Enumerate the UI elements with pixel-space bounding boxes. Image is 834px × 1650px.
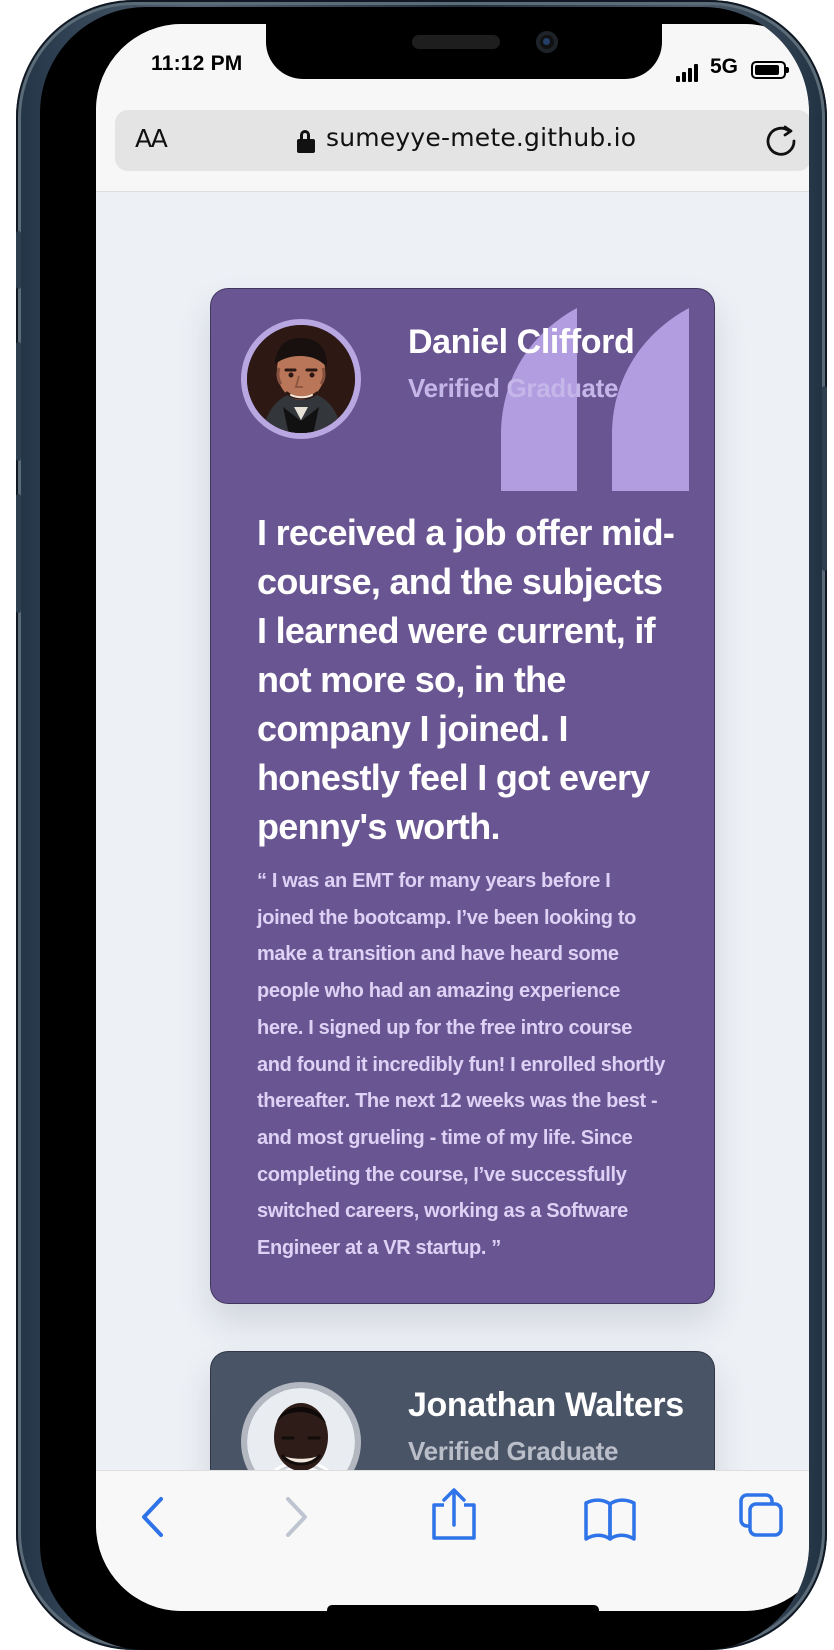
signal-bar: [676, 76, 680, 82]
testimonial-headline: I received a job offer mid-course, and t…: [257, 512, 675, 847]
earpiece-speaker: [412, 35, 500, 49]
url-text[interactable]: sumeyye-mete.github.io: [326, 123, 636, 152]
bookmarks-icon[interactable]: [582, 1491, 638, 1547]
side-power-button: [822, 386, 827, 571]
volume-up-button: [16, 342, 21, 461]
testimonial-card-jonathan-walters: Jonathan Walters Verified Graduate: [210, 1351, 715, 1470]
testimonial-role: Verified Graduate: [408, 373, 619, 403]
reload-icon[interactable]: [765, 125, 798, 158]
tabs-icon[interactable]: [737, 1491, 785, 1539]
battery-icon: [751, 61, 789, 79]
home-indicator: [327, 1605, 599, 1611]
signal-bar: [688, 68, 692, 82]
status-time: 11:12 PM: [151, 52, 243, 75]
signal-strength-icon: [676, 62, 700, 82]
share-icon[interactable]: [426, 1487, 482, 1543]
safari-top-bar: 11:12 PM 5G AA sumeyye-mete.github.io: [96, 24, 809, 192]
signal-bar: [694, 64, 698, 82]
daniel-clifford-photo: [247, 325, 355, 433]
testimonial-quote: “ I was an EMT for many years before I j…: [257, 870, 666, 1260]
lock-icon: [297, 129, 315, 153]
testimonial-role: Verified Graduate: [408, 1436, 619, 1466]
front-camera-icon: [536, 31, 558, 53]
testimonial-name: Daniel Clifford: [408, 323, 635, 361]
testimonial-card-daniel-clifford: Daniel Clifford Verified Graduate I rece…: [210, 288, 715, 1304]
address-bar[interactable]: AA sumeyye-mete.github.io: [115, 110, 809, 171]
testimonial-name: Jonathan Walters: [408, 1386, 684, 1424]
volume-down-button: [16, 494, 21, 613]
camera-notch: [266, 24, 662, 79]
volume-toggle-button: [16, 231, 21, 289]
screen-bezel: 11:12 PM 5G AA sumeyye-mete.github.io Da…: [40, 7, 809, 1650]
signal-bar: [682, 72, 686, 82]
phone-screen: 11:12 PM 5G AA sumeyye-mete.github.io Da…: [96, 24, 809, 1611]
page-content-viewport[interactable]: Daniel Clifford Verified Graduate I rece…: [96, 191, 809, 1470]
jonathan-walters-avatar: [241, 1382, 361, 1470]
forward-chevron-icon[interactable]: [270, 1491, 322, 1543]
daniel-clifford-avatar: [241, 319, 361, 439]
safari-bottom-toolbar: [96, 1470, 809, 1611]
network-type: 5G: [710, 55, 739, 78]
back-chevron-icon[interactable]: [127, 1491, 179, 1543]
text-size-button[interactable]: AA: [135, 124, 177, 158]
iphone-device-frame: 11:12 PM 5G AA sumeyye-mete.github.io Da…: [16, 0, 827, 1650]
jonathan-walters-photo: [247, 1388, 355, 1470]
